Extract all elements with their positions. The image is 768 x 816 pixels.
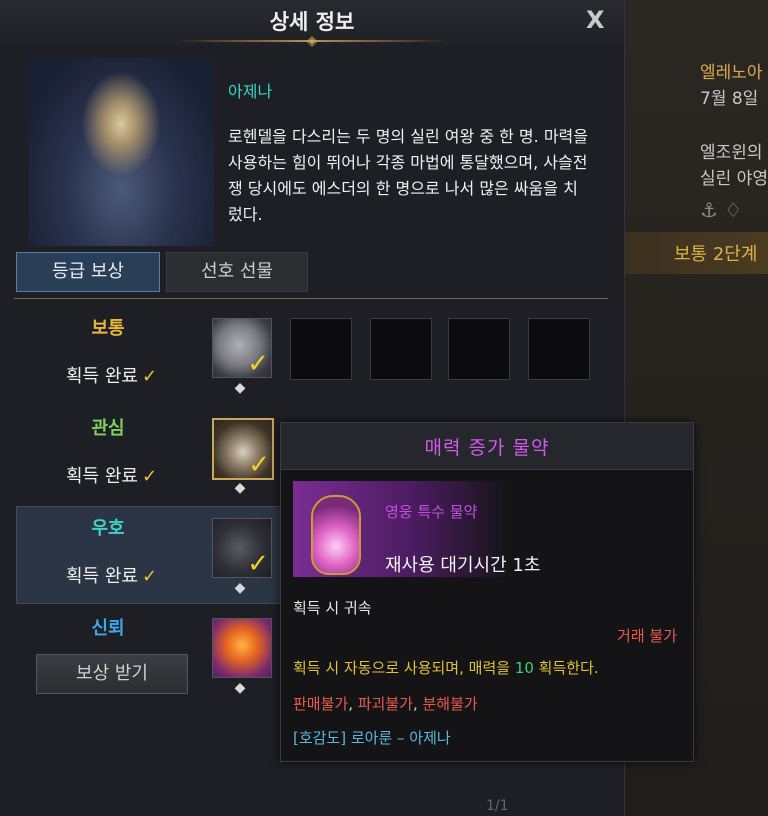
flag-no-sell: 판매불가 — [293, 695, 349, 713]
reward-item-flask[interactable]: ✓ — [212, 518, 272, 579]
item-tooltip: 매력 증가 물약 영웅 특수 물약 재사용 대기시간 1초 획득 시 귀속 거래… — [280, 422, 694, 762]
page-indicator: 1/1 — [486, 798, 509, 814]
flag-separator: , — [412, 695, 423, 713]
diamond-icon: ◆ — [234, 580, 246, 596]
reward-item-coin[interactable]: ✓ — [212, 318, 272, 379]
tab-preferred-gift[interactable]: 선호 선물 — [166, 252, 308, 292]
status-text: 획득 완료 — [66, 566, 138, 587]
reward-item-potion[interactable]: ✓ — [212, 418, 274, 480]
check-icon: ✓ — [248, 450, 270, 480]
bg-band-label: 보통 2단계 — [674, 244, 758, 265]
diamond-icon: ◆ — [234, 680, 246, 696]
ornament-icon: ◈ — [306, 33, 318, 49]
tooltip-cooldown: 재사용 대기시간 1초 — [385, 555, 541, 576]
tier-label-normal: 보통 — [91, 318, 125, 339]
empty-slot — [290, 318, 352, 380]
flag-separator: , — [348, 695, 358, 713]
status-text: 획득 완료 — [66, 366, 138, 387]
tier-label-trust: 신뢰 — [91, 618, 125, 639]
tooltip-source-link: [호감도] 로아룬 – 아제나 — [293, 729, 451, 747]
tier-status-interest: 획득 완료 ✓ — [66, 462, 157, 488]
tier-label-friendly: 우호 — [91, 518, 125, 539]
check-icon: ✓ — [141, 466, 158, 487]
effect-value: 10 — [514, 659, 534, 677]
tooltip-trade: 거래 불가 — [617, 627, 677, 645]
page-title: 상세 정보 — [269, 10, 355, 34]
character-portrait — [28, 58, 214, 246]
status-text: 획득 완료 — [66, 466, 138, 487]
diamond-icon: ◆ — [234, 480, 246, 496]
tooltip-effect: 획득 시 자동으로 사용되며, 매력을 10 획득한다. — [293, 657, 599, 678]
bg-name: 엘레노아 — [700, 63, 763, 83]
tooltip-header: 매력 증가 물약 — [281, 423, 693, 470]
flag-no-destroy: 파괴불가 — [357, 695, 413, 713]
bg-icons: ⚓ ♢ — [700, 198, 743, 222]
effect-suffix: 획득한다. — [533, 659, 599, 677]
character-description: 로헨델을 다스리는 두 명의 실린 여왕 중 한 명. 마력을 사용하는 힘이 … — [228, 127, 588, 224]
check-icon: ✓ — [247, 349, 269, 379]
bg-line2: 실린 야영 — [700, 169, 768, 189]
close-button[interactable]: X — [586, 6, 605, 34]
effect-prefix: 획득 시 자동으로 사용되며, 매력을 — [293, 659, 515, 677]
character-name: 아제나 — [228, 82, 273, 101]
bg-line1: 엘조윈의 — [700, 143, 763, 163]
empty-slot — [370, 318, 432, 380]
bg-band: 보통 2단계 — [624, 232, 768, 274]
check-icon: ✓ — [141, 366, 158, 387]
tier-label-interest: 관심 — [91, 418, 125, 439]
reward-item-orb[interactable] — [212, 618, 272, 678]
panel-header: 상세 정보 ◈ X — [0, 0, 624, 49]
check-icon: ✓ — [247, 549, 269, 579]
claim-reward-button[interactable]: 보상 받기 — [36, 654, 188, 694]
tooltip-item-type: 영웅 특수 물약 — [385, 503, 478, 521]
tooltip-flags: 판매불가, 파괴불가, 분해불가 — [293, 693, 478, 714]
check-icon: ✓ — [141, 566, 158, 587]
tab-divider — [14, 298, 608, 299]
tier-status-normal: 획득 완료 ✓ — [66, 362, 157, 388]
tier-status-friendly: 획득 완료 ✓ — [66, 562, 157, 588]
tooltip-title: 매력 증가 물약 — [424, 437, 550, 459]
empty-slot — [528, 318, 590, 380]
tooltip-bind: 획득 시 귀속 — [293, 599, 372, 617]
empty-slot — [448, 318, 510, 380]
tab-grade-reward[interactable]: 등급 보상 — [16, 252, 160, 292]
flag-no-dismantle: 분해불가 — [422, 695, 478, 713]
diamond-icon: ◆ — [234, 380, 246, 396]
potion-icon — [311, 495, 361, 575]
bg-date: 7월 8일 — [700, 89, 759, 109]
